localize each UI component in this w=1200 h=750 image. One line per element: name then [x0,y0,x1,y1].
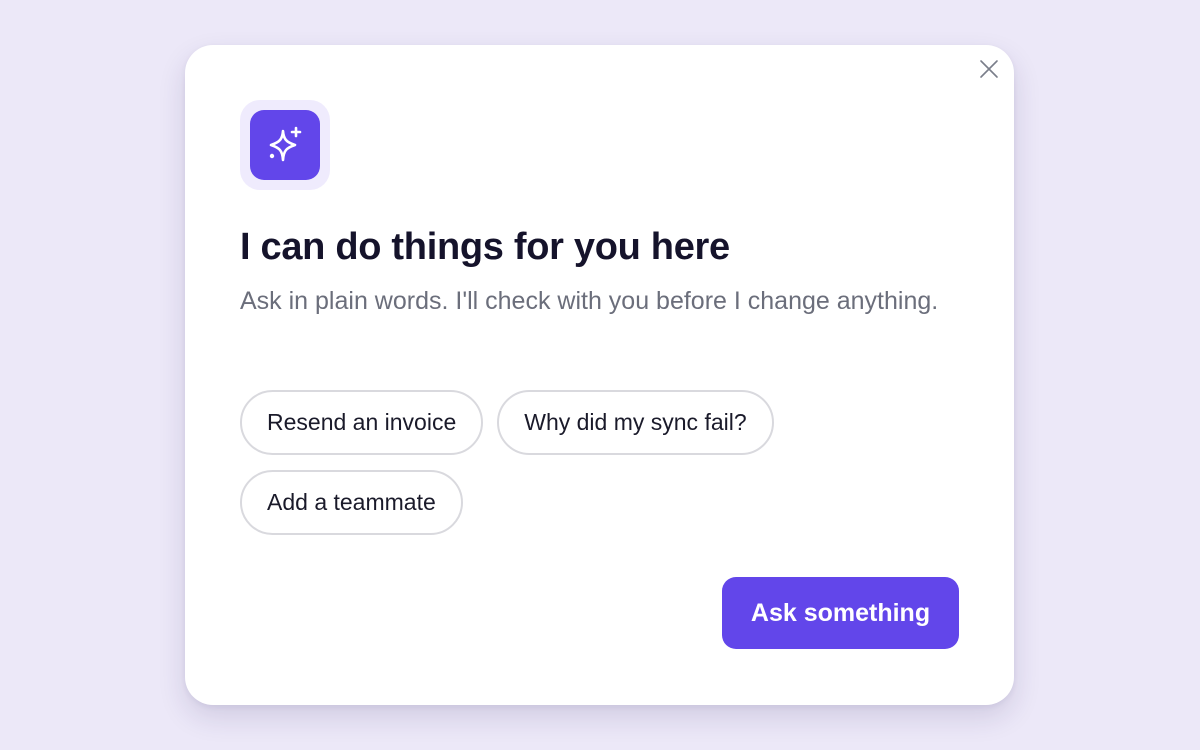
close-icon [980,60,998,78]
sparkles-icon [269,126,302,162]
suggestion-chips: Resend an invoice Why did my sync fail? … [240,390,960,535]
suggestion-chip-add-teammate[interactable]: Add a teammate [240,470,463,535]
dialog-title: I can do things for you here [240,226,730,268]
close-button[interactable] [978,58,1000,80]
assistant-icon-badge [250,110,320,180]
assistant-icon-tile [240,100,330,190]
assistant-dialog: I can do things for you here Ask in plai… [185,45,1014,705]
suggestion-chip-sync-fail[interactable]: Why did my sync fail? [497,390,774,455]
ask-something-button[interactable]: Ask something [722,577,959,649]
suggestion-chip-resend-invoice[interactable]: Resend an invoice [240,390,484,455]
dialog-subtitle: Ask in plain words. I'll check with you … [240,287,939,315]
